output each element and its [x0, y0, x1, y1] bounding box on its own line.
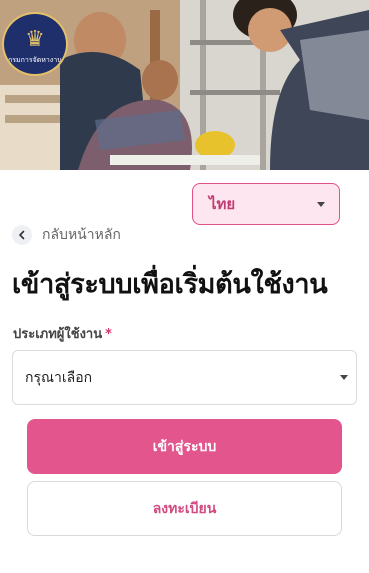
- register-button[interactable]: ลงทะเบียน: [27, 481, 342, 536]
- department-logo: ♛ กรมการจัดหางาน: [2, 12, 68, 76]
- hero-banner: ♛ กรมการจัดหางาน: [0, 0, 369, 170]
- user-type-label-row: ประเภทผู้ใช้งาน *: [13, 323, 112, 344]
- language-select[interactable]: ไทย: [192, 183, 340, 225]
- language-value: ไทย: [209, 195, 236, 213]
- caret-down-icon: [340, 375, 348, 380]
- login-button[interactable]: เข้าสู่ระบบ: [27, 419, 342, 474]
- required-mark: *: [105, 327, 112, 342]
- logo-text: กรมการจัดหางาน: [8, 56, 62, 64]
- user-type-select[interactable]: กรุณาเลือก: [12, 350, 357, 405]
- emblem-icon: ♛: [25, 27, 45, 52]
- caret-down-icon: [317, 201, 325, 207]
- chevron-left-icon: [12, 225, 32, 245]
- user-type-value: กรุณาเลือก: [25, 369, 93, 386]
- user-type-label: ประเภทผู้ใช้งาน: [13, 327, 103, 342]
- back-link[interactable]: กลับหน้าหลัก: [12, 224, 121, 246]
- page-title: เข้าสู่ระบบเพื่อเริ่มต้นใช้งาน: [12, 269, 328, 300]
- back-label: กลับหน้าหลัก: [42, 227, 121, 243]
